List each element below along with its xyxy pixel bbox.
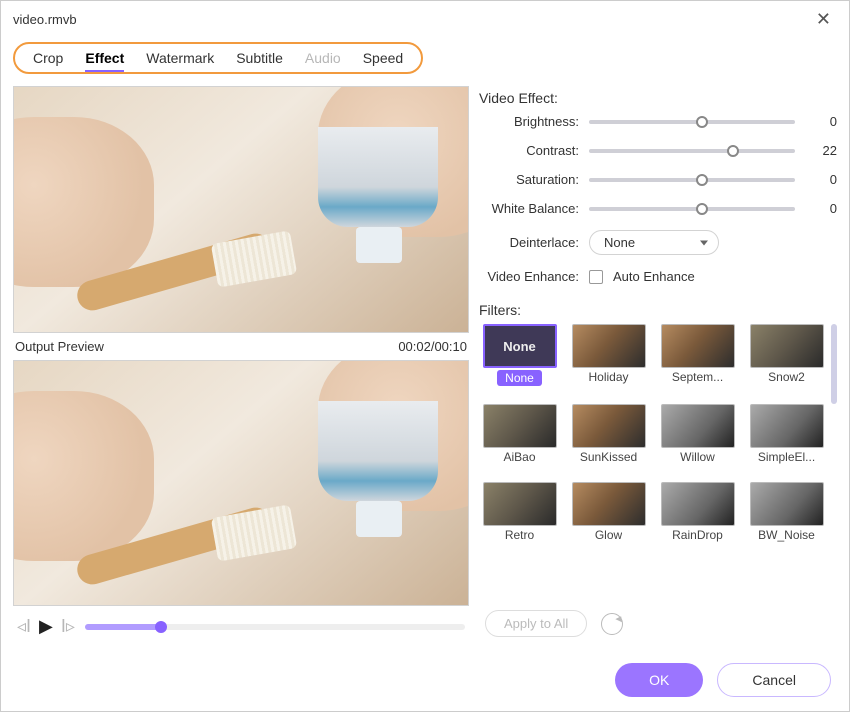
deinterlace-value: None [604, 235, 635, 250]
filter-name: RainDrop [672, 528, 723, 542]
contrast-value: 22 [803, 143, 837, 158]
filter-item-willow[interactable]: Willow [657, 404, 738, 476]
filter-thumb[interactable] [483, 404, 557, 448]
titlebar: video.rmvb ✕ [1, 1, 849, 38]
ok-button[interactable]: OK [615, 663, 703, 697]
filters-title: Filters: [479, 302, 837, 318]
dialog-footer: OK Cancel [1, 649, 849, 711]
filter-item-aibao[interactable]: AiBao [479, 404, 560, 476]
refresh-icon[interactable] [601, 613, 623, 635]
filters-scrollbar[interactable] [831, 324, 837, 600]
filter-thumb[interactable] [661, 324, 735, 368]
filter-thumb[interactable] [572, 482, 646, 526]
auto-enhance-checkbox[interactable] [589, 270, 603, 284]
effect-dialog: video.rmvb ✕ Crop Effect Watermark Subti… [0, 0, 850, 712]
output-preview-label: Output Preview [15, 339, 104, 354]
filter-thumb[interactable] [750, 482, 824, 526]
brightness-value: 0 [803, 114, 837, 129]
saturation-slider[interactable] [589, 178, 795, 182]
filter-thumb[interactable] [661, 482, 735, 526]
filter-thumb[interactable] [572, 324, 646, 368]
deinterlace-select[interactable]: None [589, 230, 719, 255]
preview-panel: Output Preview 00:02/00:10 ◃I ▶ I▹ [13, 86, 469, 637]
white-balance-value: 0 [803, 201, 837, 216]
tab-effect[interactable]: Effect [85, 50, 124, 66]
filter-item-septem-[interactable]: Septem... [657, 324, 738, 398]
filter-name: Septem... [672, 370, 723, 384]
tab-audio: Audio [305, 50, 341, 66]
filters-grid: None None Holiday Septem... Snow2 AiBao SunKis… [479, 324, 837, 554]
filter-item-snow2[interactable]: Snow2 [746, 324, 827, 398]
filter-item-none[interactable]: None None [479, 324, 560, 398]
filter-name: Willow [680, 450, 715, 464]
saturation-label: Saturation: [479, 172, 589, 187]
tab-subtitle[interactable]: Subtitle [236, 50, 283, 66]
filter-item-holiday[interactable]: Holiday [568, 324, 649, 398]
filter-name: Holiday [588, 370, 628, 384]
tab-watermark[interactable]: Watermark [146, 50, 214, 66]
filter-item-sunkissed[interactable]: SunKissed [568, 404, 649, 476]
seek-slider[interactable] [85, 624, 465, 630]
filter-name: None [497, 370, 542, 386]
filter-thumb[interactable] [661, 404, 735, 448]
window-title: video.rmvb [13, 12, 77, 27]
deinterlace-label: Deinterlace: [479, 235, 589, 250]
filter-name: Retro [505, 528, 534, 542]
filter-item-raindrop[interactable]: RainDrop [657, 482, 738, 554]
filter-name: SimpleEl... [758, 450, 815, 464]
filter-item-retro[interactable]: Retro [479, 482, 560, 554]
filter-name: Glow [595, 528, 622, 542]
filter-name: BW_Noise [758, 528, 815, 542]
brightness-slider[interactable] [589, 120, 795, 124]
filter-item-bw-noise[interactable]: BW_Noise [746, 482, 827, 554]
saturation-knob[interactable] [696, 174, 708, 186]
contrast-knob[interactable] [727, 145, 739, 157]
white-balance-slider[interactable] [589, 207, 795, 211]
filter-thumb[interactable] [750, 404, 824, 448]
close-icon[interactable]: ✕ [810, 7, 837, 32]
tab-crop[interactable]: Crop [33, 50, 63, 66]
cancel-button[interactable]: Cancel [717, 663, 831, 697]
filter-thumb[interactable] [483, 482, 557, 526]
play-icon[interactable]: ▶ [39, 616, 53, 637]
filter-name: Snow2 [768, 370, 805, 384]
brightness-knob[interactable] [696, 116, 708, 128]
preview-output [13, 360, 469, 607]
white-balance-knob[interactable] [696, 203, 708, 215]
seek-fill [85, 624, 161, 630]
filter-item-glow[interactable]: Glow [568, 482, 649, 554]
seek-knob[interactable] [155, 621, 167, 633]
filter-thumb[interactable] [750, 324, 824, 368]
apply-to-all-button[interactable]: Apply to All [485, 610, 587, 637]
step-back-icon[interactable]: ◃I [17, 616, 31, 637]
white-balance-label: White Balance: [479, 201, 589, 216]
step-forward-icon[interactable]: I▹ [61, 616, 75, 637]
preview-original [13, 86, 469, 333]
video-enhance-label: Video Enhance: [479, 269, 589, 284]
filter-name: SunKissed [580, 450, 637, 464]
contrast-label: Contrast: [479, 143, 589, 158]
timecode: 00:02/00:10 [398, 339, 467, 354]
tab-speed[interactable]: Speed [363, 50, 403, 66]
tab-bar: Crop Effect Watermark Subtitle Audio Spe… [1, 38, 849, 74]
brightness-label: Brightness: [479, 114, 589, 129]
filter-item-simpleel-[interactable]: SimpleEl... [746, 404, 827, 476]
contrast-slider[interactable] [589, 149, 795, 153]
effect-panel: Video Effect: Brightness: 0 Contrast: 22… [479, 86, 837, 637]
saturation-value: 0 [803, 172, 837, 187]
auto-enhance-text: Auto Enhance [613, 269, 695, 284]
filter-thumb[interactable]: None [483, 324, 557, 368]
filter-thumb[interactable] [572, 404, 646, 448]
filter-name: AiBao [503, 450, 535, 464]
video-effect-title: Video Effect: [479, 86, 837, 106]
